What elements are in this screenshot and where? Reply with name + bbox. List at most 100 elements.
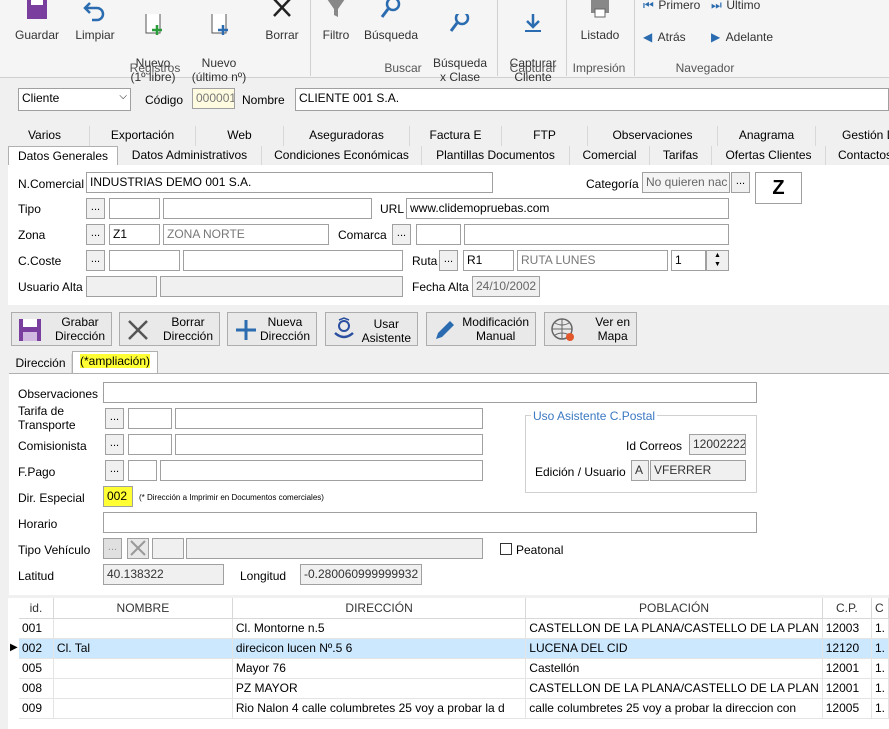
- fpago-name-field[interactable]: [160, 460, 483, 481]
- tab-factura-e[interactable]: Factura E: [410, 126, 502, 146]
- zona-code-field[interactable]: Z1: [109, 224, 160, 245]
- delete-button[interactable]: Borrar: [262, 0, 302, 42]
- save-address-button[interactable]: Grabar Dirección: [11, 312, 112, 346]
- codigo-field[interactable]: 000001: [192, 88, 235, 109]
- nav-back-button[interactable]: ◀ Atrás: [643, 30, 686, 44]
- zona-lookup-button[interactable]: ...: [86, 224, 105, 245]
- new-first-free-button[interactable]: Nuevo (1º libre): [126, 0, 180, 98]
- view-map-button[interactable]: Ver en Mapa: [544, 312, 637, 346]
- latitud-label: Latitud: [18, 569, 55, 583]
- dir-especial-field[interactable]: 002: [103, 486, 133, 507]
- fpago-code-field[interactable]: [128, 460, 157, 481]
- tab-plantillas-documentos[interactable]: Plantillas Documentos: [422, 146, 570, 166]
- comarca-code-field[interactable]: [416, 224, 461, 245]
- search-button[interactable]: Búsqueda: [362, 0, 420, 42]
- ruta-number-field[interactable]: 1: [671, 250, 706, 271]
- tab-observaciones[interactable]: Observaciones: [588, 126, 718, 146]
- comisionista-lookup-button[interactable]: ...: [105, 434, 124, 455]
- cell-poblacion: CASTELLON DE LA PLANA/CASTELLO DE LA PLA…: [525, 678, 823, 699]
- tipo-name-field[interactable]: [163, 198, 372, 219]
- capture-client-button[interactable]: Capturar Cliente: [505, 0, 561, 98]
- tab-varios[interactable]: Varios: [0, 126, 90, 146]
- peatonal-checkbox[interactable]: [500, 543, 512, 555]
- search-by-class-button[interactable]: Búsqueda x Clase: [430, 0, 490, 98]
- subtab-direccion[interactable]: Dirección: [10, 354, 72, 373]
- tab-datos-generales[interactable]: Datos Generales: [8, 146, 118, 166]
- new-last-number-button[interactable]: Nuevo (último nº): [186, 0, 252, 98]
- tipo-lookup-button[interactable]: ...: [86, 198, 105, 219]
- clear-button[interactable]: Limpiar: [70, 0, 120, 42]
- delete-address-button[interactable]: Borrar Dirección: [119, 312, 220, 346]
- ccoste-name-field[interactable]: [183, 250, 403, 271]
- categoria-lookup-button[interactable]: ...: [731, 172, 750, 193]
- nav-first-button[interactable]: ⏮ Primero: [643, 0, 700, 13]
- tab-ofertas-clientes[interactable]: Ofertas Clientes: [712, 146, 826, 166]
- comisionista-code-field[interactable]: [128, 434, 172, 455]
- tab-ftp[interactable]: FTP: [502, 126, 588, 146]
- tarifa-name-field[interactable]: [175, 408, 483, 429]
- ruta-lookup-button[interactable]: ...: [439, 250, 458, 271]
- ccoste-label: C.Coste: [18, 254, 62, 268]
- zona-label: Zona: [18, 228, 46, 242]
- column-header-extra[interactable]: C: [871, 598, 889, 619]
- tab-exportacion[interactable]: Exportación: [90, 126, 196, 146]
- use-assistant-button[interactable]: Usar Asistente: [325, 312, 418, 346]
- zona-name-field[interactable]: ZONA NORTE: [163, 224, 329, 245]
- table-row[interactable]: 008 PZ MAYOR CASTELLON DE LA PLANA/CASTE…: [19, 678, 889, 699]
- tab-datos-administrativos[interactable]: Datos Administrativos: [118, 146, 262, 166]
- comarca-name-field[interactable]: [464, 224, 729, 245]
- observaciones-field[interactable]: [103, 382, 757, 403]
- pencil-icon: [436, 321, 454, 339]
- comarca-lookup-button[interactable]: ...: [392, 224, 411, 245]
- tipo-vehiculo-clear-button[interactable]: [127, 538, 149, 559]
- categoria-badge: Z: [755, 172, 802, 204]
- ruta-code-field[interactable]: R1: [463, 250, 514, 271]
- new-address-button[interactable]: Nueva Dirección: [227, 312, 317, 346]
- column-header-direccion[interactable]: DIRECCIÓN: [232, 598, 527, 619]
- listing-button[interactable]: Listado: [574, 0, 626, 42]
- manual-edit-button[interactable]: Modificación Manual: [426, 312, 536, 346]
- horario-field[interactable]: [103, 512, 757, 533]
- tab-condiciones-economicas[interactable]: Condiciones Económicas: [262, 146, 422, 166]
- table-row[interactable]: 009 Rio Nalon 4 calle columbretes 25 voy…: [19, 698, 889, 719]
- nombre-field[interactable]: CLIENTE 001 S.A.: [295, 88, 889, 111]
- table-row[interactable]: 005 Mayor 76 Castellón 12001 1.: [19, 658, 889, 679]
- column-header-cp[interactable]: C.P.: [822, 598, 872, 619]
- categoria-field[interactable]: No quieren nac: [642, 172, 730, 193]
- ampliacion-panel: [9, 373, 889, 595]
- tab-gestion[interactable]: Gestión D: [816, 126, 889, 146]
- subtab-ampliacion[interactable]: (*ampliación): [72, 351, 158, 373]
- ncomercial-field[interactable]: INDUSTRIAS DEMO 001 S.A.: [86, 172, 493, 193]
- group-label-navegador: Navegador: [675, 61, 735, 75]
- tab-tarifas[interactable]: Tarifas: [650, 146, 712, 166]
- nav-last-button[interactable]: ⏭ Último: [711, 0, 760, 13]
- filter-button[interactable]: Filtro: [318, 0, 354, 42]
- ccoste-lookup-button[interactable]: ...: [86, 250, 105, 271]
- ruta-number-spinner[interactable]: ▲ ▼: [706, 250, 729, 271]
- group-label-registros: Registros: [129, 61, 181, 75]
- column-header-poblacion[interactable]: POBLACIÓN: [525, 598, 823, 619]
- fpago-lookup-button[interactable]: ...: [105, 460, 124, 481]
- tab-contactos[interactable]: Contactos: [826, 146, 889, 166]
- tipo-code-field[interactable]: [109, 198, 160, 219]
- tab-web[interactable]: Web: [196, 126, 284, 146]
- tab-anagrama[interactable]: Anagrama: [718, 126, 816, 146]
- cell-poblacion: calle columbretes 25 voy a probar la dir…: [525, 698, 823, 719]
- tipo-vehiculo-lookup-button[interactable]: ...: [103, 538, 122, 559]
- table-row-selected[interactable]: 002 Cl. Tal direcicon lucen Nº.5 6 LUCEN…: [19, 638, 889, 659]
- tab-comercial[interactable]: Comercial: [570, 146, 650, 166]
- column-header-id[interactable]: id.: [19, 598, 54, 619]
- tab-aseguradoras[interactable]: Aseguradoras: [284, 126, 410, 146]
- entity-type-select[interactable]: Cliente ⌵: [18, 88, 131, 111]
- comisionista-name-field[interactable]: [175, 434, 483, 455]
- save-button[interactable]: Guardar: [14, 0, 60, 42]
- ruta-name-field[interactable]: RUTA LUNES: [517, 250, 668, 271]
- tarifa-lookup-button[interactable]: ...: [105, 408, 124, 429]
- filter-label: Filtro: [322, 28, 350, 42]
- ccoste-code-field[interactable]: [109, 250, 180, 271]
- tarifa-code-field[interactable]: [128, 408, 172, 429]
- table-row[interactable]: 001 Cl. Montorne n.5 CASTELLON DE LA PLA…: [19, 618, 889, 639]
- url-field[interactable]: www.clidemopruebas.com: [406, 198, 729, 219]
- column-header-nombre[interactable]: NOMBRE: [53, 598, 233, 619]
- nav-forward-button[interactable]: ▶ Adelante: [711, 30, 773, 44]
